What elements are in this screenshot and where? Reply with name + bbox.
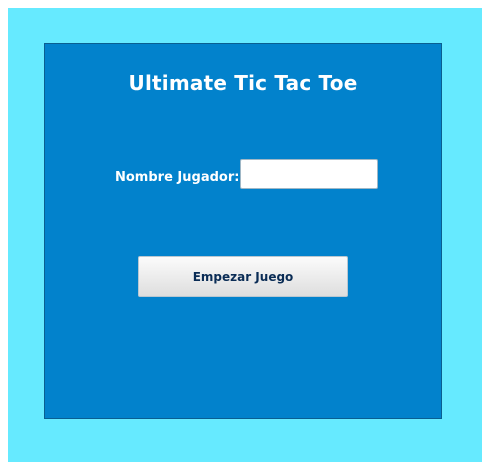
game-panel: Ultimate Tic Tac Toe Nombre Jugador: Emp… [44, 43, 442, 419]
player-name-label: Nombre Jugador: [115, 170, 240, 185]
page-title: Ultimate Tic Tac Toe [128, 71, 358, 95]
start-game-button[interactable]: Empezar Juego [138, 256, 348, 297]
outer-background: Ultimate Tic Tac Toe Nombre Jugador: Emp… [8, 8, 482, 462]
player-name-input[interactable] [240, 159, 378, 189]
